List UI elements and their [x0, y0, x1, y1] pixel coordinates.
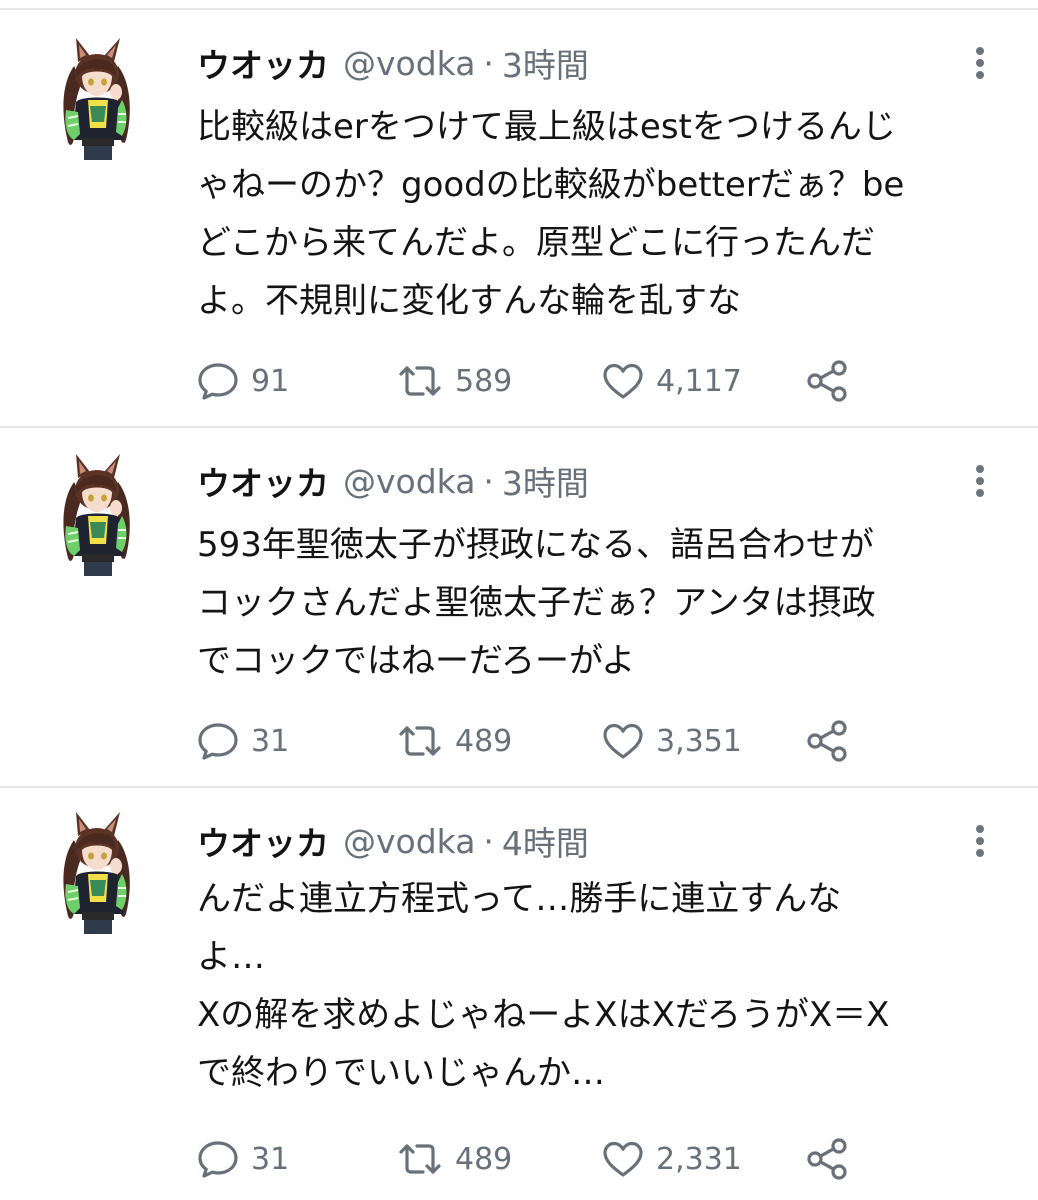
menu-dot-icon: [976, 47, 984, 55]
tweet-text: んだよ連立方程式って…勝手に連立すんな よ… Xの解を求めよじゃねーよXはXだろ…: [197, 870, 997, 1102]
menu-dot-icon: [976, 477, 984, 485]
tweet-text: 比較級はerをつけて最上級はestをつけるんじ ゃねーのか？goodの比較級がb…: [197, 98, 997, 330]
like-count: 4,117: [656, 363, 742, 399]
user-handle[interactable]: @vodka: [343, 462, 475, 501]
tweet-header: ウオッカ @vodka · 3時間: [197, 456, 589, 506]
retweet-icon: [399, 726, 441, 756]
menu-dot-icon: [976, 489, 984, 497]
reply-count: 91: [251, 363, 290, 399]
avatar[interactable]: [52, 452, 142, 580]
heart-icon: [603, 1141, 643, 1177]
reply-button[interactable]: 31: [197, 1134, 289, 1184]
retweet-icon: [399, 366, 441, 396]
retweet-count: 489: [455, 723, 513, 759]
like-count: 3,351: [656, 723, 742, 759]
heart-icon: [603, 363, 643, 399]
avatar[interactable]: [52, 810, 142, 938]
tweet-actions: 31 489 2,331: [197, 1134, 897, 1184]
like-button[interactable]: 2,331: [602, 1134, 742, 1184]
share-button[interactable]: [805, 1134, 849, 1184]
tweet-header: ウオッカ @vodka · 4時間: [197, 816, 589, 866]
top-divider: [0, 8, 1038, 10]
menu-dot-icon: [976, 849, 984, 857]
tweet-text-line: でコックではねーだろーがよ: [197, 641, 636, 681]
share-icon: [807, 1138, 847, 1180]
share-icon: [807, 360, 847, 402]
menu-dot-icon: [976, 465, 984, 473]
share-button[interactable]: [805, 716, 849, 766]
menu-dot-icon: [976, 825, 984, 833]
reply-icon: [198, 363, 238, 400]
tweet-text-line: Xの解を求めよじゃねーよXはXだろうがX＝X: [197, 995, 890, 1035]
reply-count: 31: [251, 723, 290, 759]
share-button[interactable]: [805, 356, 849, 406]
tweet-menu-button[interactable]: [966, 821, 994, 861]
reply-icon: [198, 723, 238, 760]
user-handle[interactable]: @vodka: [343, 44, 475, 83]
like-button[interactable]: 3,351: [602, 716, 742, 766]
tweet-divider: [0, 426, 1038, 428]
tweet-actions: 91 589 4,117: [197, 356, 897, 406]
like-button[interactable]: 4,117: [602, 356, 742, 406]
tweet-text-line: で終わりでいいじゃんか…: [197, 1053, 605, 1093]
retweet-count: 489: [455, 1141, 513, 1177]
tweet-text-line: ゃねーのか？goodの比較級がbetterだぁ？be: [197, 165, 905, 205]
retweet-button[interactable]: 589: [397, 356, 512, 406]
tweet-menu-button[interactable]: [966, 43, 994, 83]
retweet-button[interactable]: 489: [397, 716, 512, 766]
tweet-header: ウオッカ @vodka · 3時間: [197, 38, 589, 88]
separator-dot: ·: [483, 461, 494, 501]
display-name[interactable]: ウオッカ: [197, 817, 329, 865]
tweet-text-line: 比較級はerをつけて最上級はestをつけるんじ: [197, 107, 896, 147]
tweet-text-line: 593年聖徳太子が摂政になる、語呂合わせが: [197, 525, 874, 565]
like-count: 2,331: [656, 1141, 742, 1177]
reply-count: 31: [251, 1141, 290, 1177]
user-handle[interactable]: @vodka: [343, 822, 475, 861]
reply-icon: [198, 1141, 238, 1178]
display-name[interactable]: ウオッカ: [197, 457, 329, 505]
tweet-text-line: よ。不規則に変化すんな輪を乱すな: [197, 281, 741, 321]
tweet-text: 593年聖徳太子が摂政になる、語呂合わせが コックさんだよ聖徳太子だぁ？アンタは…: [197, 516, 997, 690]
tweet-text-line: コックさんだよ聖徳太子だぁ？アンタは摂政: [197, 583, 876, 623]
tweet-divider: [0, 786, 1038, 788]
tweet-text-line: よ…: [197, 937, 265, 977]
separator-dot: ·: [483, 821, 494, 861]
timestamp[interactable]: 4時間: [502, 817, 589, 865]
tweet-text-line: んだよ連立方程式って…勝手に連立すんな: [197, 879, 842, 919]
avatar[interactable]: [52, 36, 142, 164]
timestamp[interactable]: 3時間: [502, 457, 589, 505]
retweet-count: 589: [455, 363, 513, 399]
tweet-text-line: どこから来てんだよ。原型どこに行ったんだ: [197, 223, 875, 263]
tweet-menu-button[interactable]: [966, 461, 994, 501]
menu-dot-icon: [976, 59, 984, 67]
reply-button[interactable]: 91: [197, 356, 289, 406]
display-name[interactable]: ウオッカ: [197, 39, 329, 87]
menu-dot-icon: [976, 837, 984, 845]
menu-dot-icon: [976, 71, 984, 79]
timestamp[interactable]: 3時間: [502, 39, 589, 87]
retweet-icon: [399, 1144, 441, 1174]
retweet-button[interactable]: 489: [397, 1134, 512, 1184]
reply-button[interactable]: 31: [197, 716, 289, 766]
share-icon: [807, 720, 847, 762]
separator-dot: ·: [483, 43, 494, 83]
heart-icon: [603, 723, 643, 759]
tweet-actions: 31 489 3,351: [197, 716, 897, 766]
